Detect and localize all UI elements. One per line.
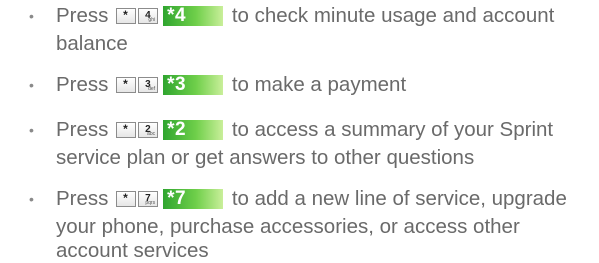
bullet: • [29,77,34,93]
key-sequence: * 2 abc *2 [116,120,224,146]
list-item: • Press * 3 def *3 to make a payment [0,73,599,101]
code-badge: *2 [163,120,224,140]
key-sequence: * 4 ghi *4 [116,6,224,32]
code-badge: *7 [163,189,224,209]
digit-key-icon: 4 ghi [138,8,159,24]
key-sequence: * 3 def *3 [116,75,224,101]
star-key-icon: * [116,8,137,24]
key-sequence: * 7 pqrs *7 [116,189,224,215]
digit-key-icon: 7 pqrs [138,191,159,207]
instruction-list: • Press * 4 ghi *4 to check minute usage an… [0,0,599,263]
star-key-icon: * [116,77,137,93]
press-label: Press [56,187,109,210]
list-item: • Press * 4 ghi *4 to check minute usage an… [0,4,599,56]
code-badge: *3 [163,75,224,95]
star-key-icon: * [116,191,137,207]
digit-key-icon: 2 abc [138,122,159,138]
bullet: • [29,122,34,138]
digit-key-icon: 3 def [138,77,159,93]
list-item: • Press * 2 abc *2 to access a summary of y… [0,118,599,170]
press-label: Press [56,4,109,27]
star-key-icon: * [116,122,137,138]
list-item: • Press * 7 pqrs *7 to add a new line of se… [0,187,599,263]
bullet: • [29,191,34,207]
item-text: to make a payment [231,73,407,96]
bullet: • [29,8,34,24]
press-label: Press [56,118,109,141]
code-badge: *4 [163,6,224,26]
press-label: Press [56,73,109,96]
